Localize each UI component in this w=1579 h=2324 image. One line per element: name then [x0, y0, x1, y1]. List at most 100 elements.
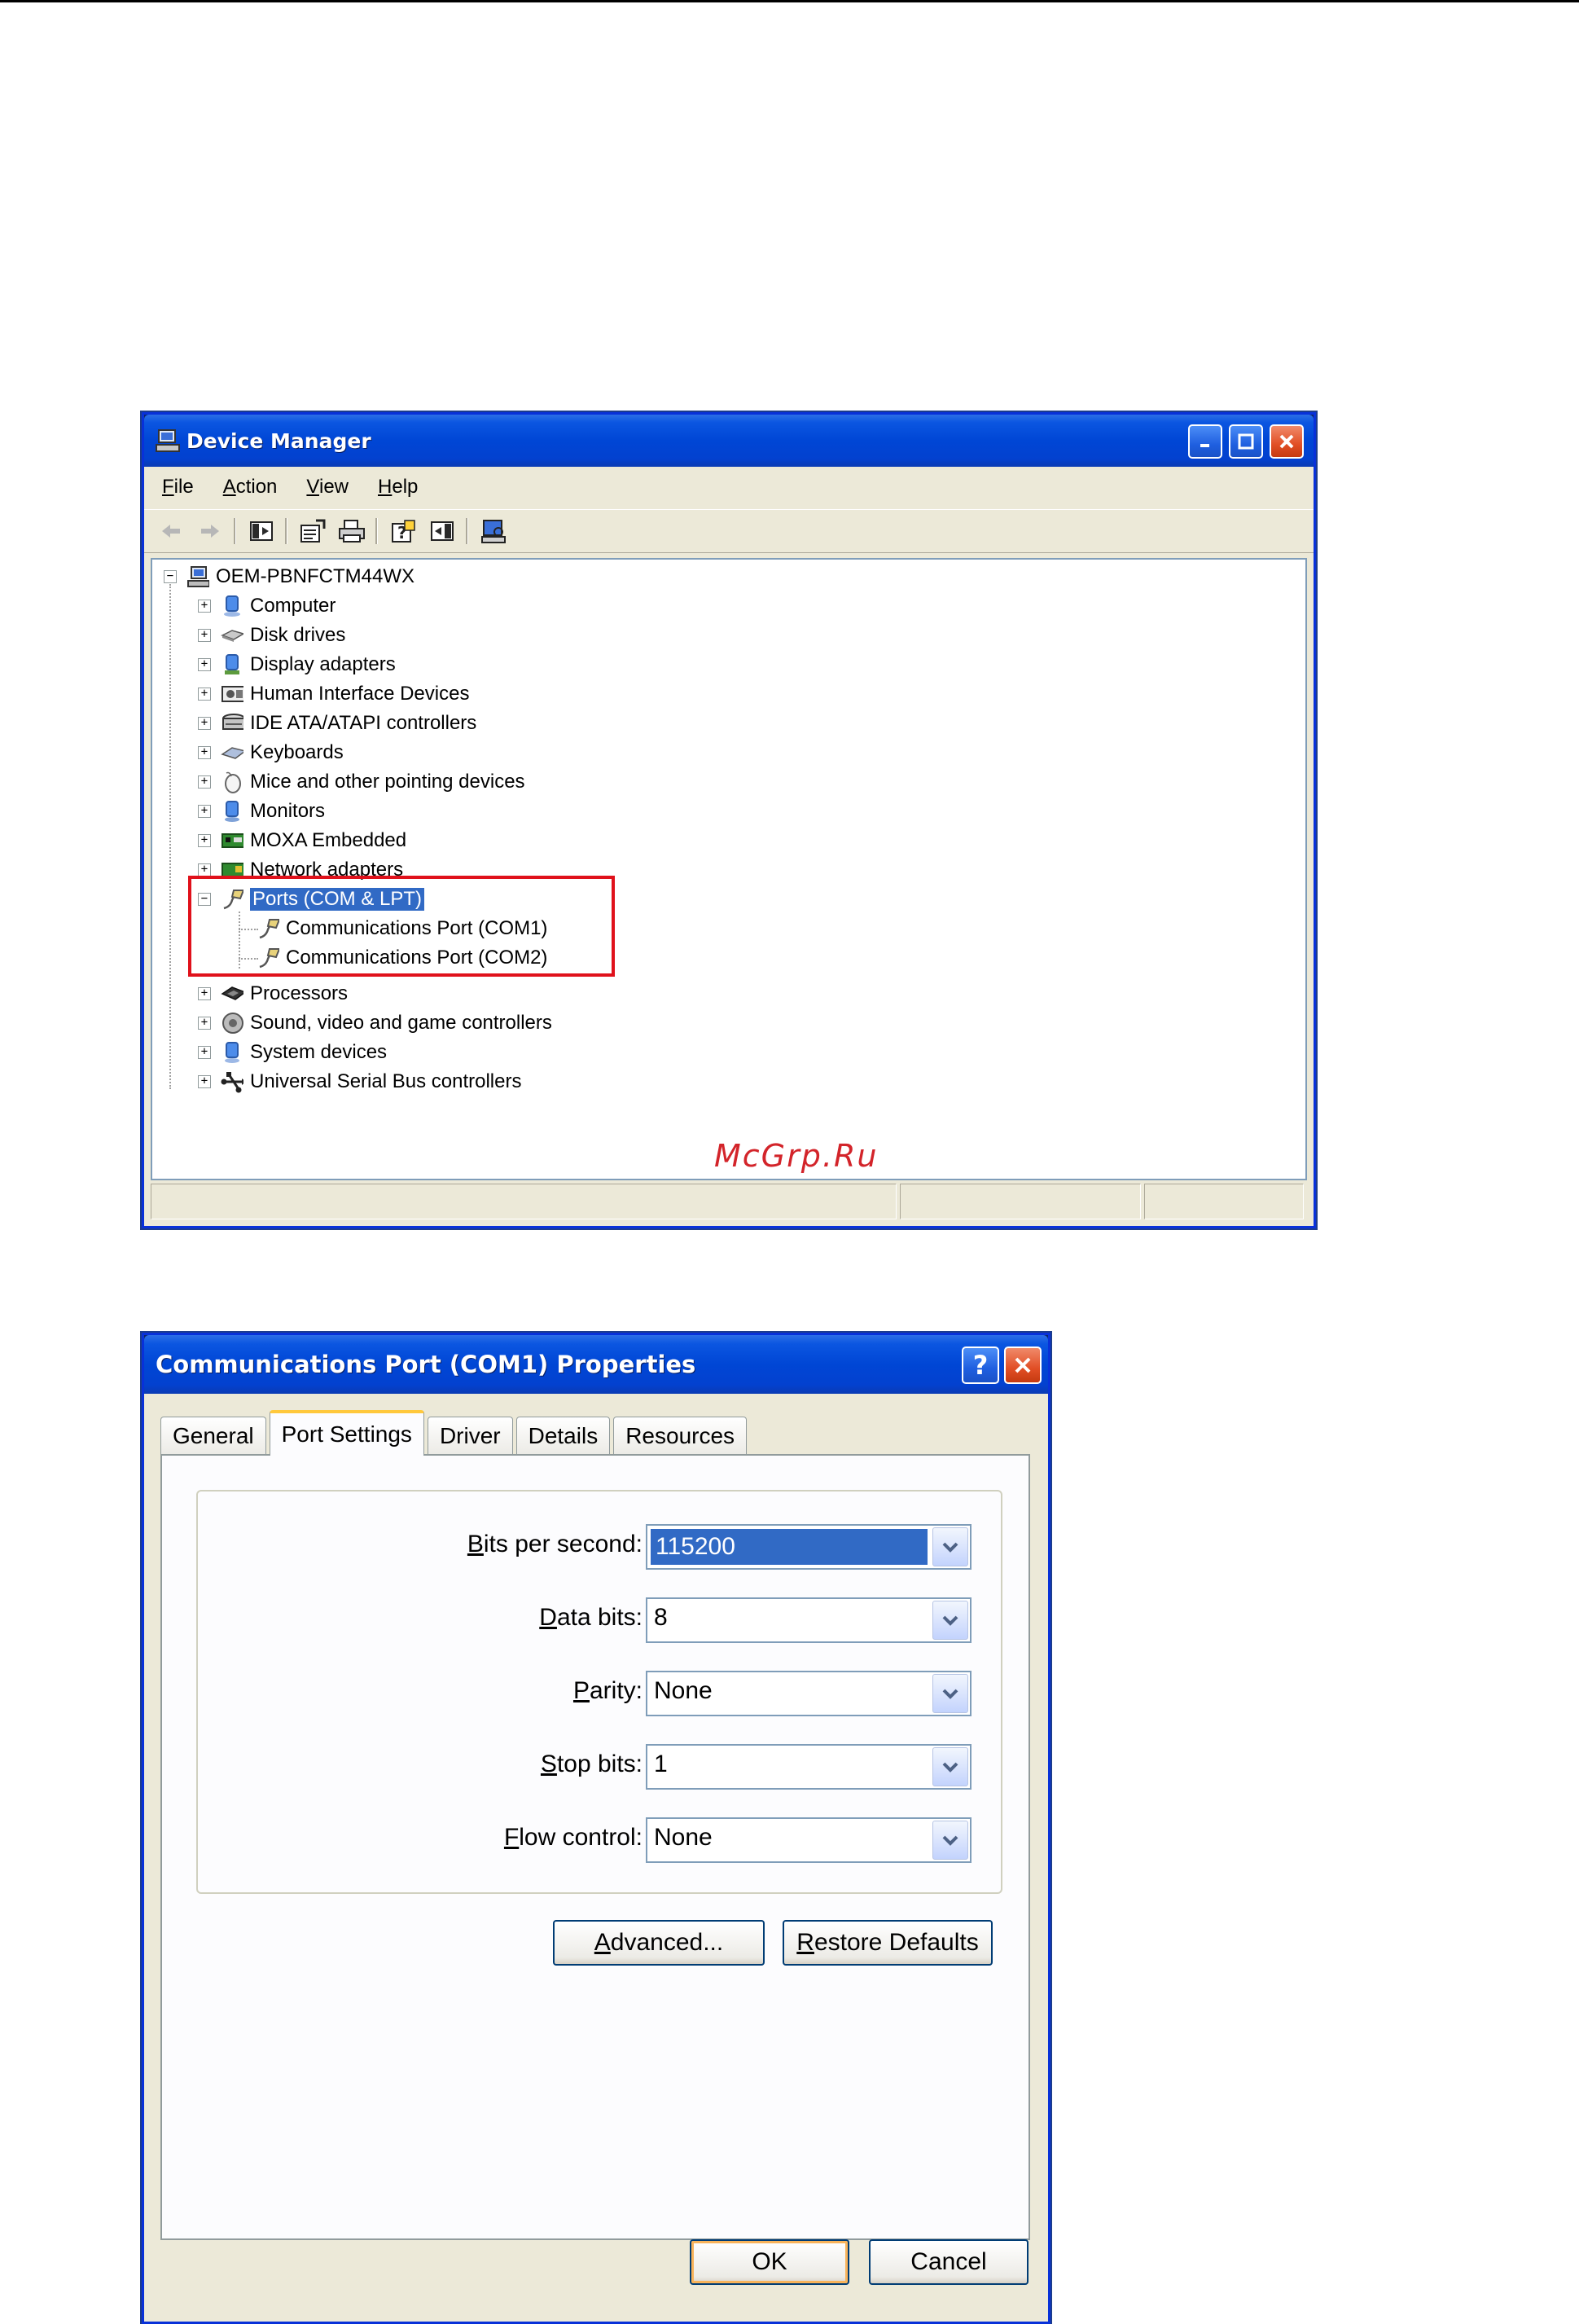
tree-item-hid[interactable]: Human Interface Devices	[221, 680, 469, 708]
expander[interactable]: +	[198, 1075, 211, 1088]
tree-item-label: Sound, video and game controllers	[250, 1012, 552, 1034]
data-bits-select[interactable]: 8	[646, 1597, 972, 1643]
tab-driver[interactable]: Driver	[427, 1417, 513, 1454]
tab-port-settings[interactable]: Port Settings	[269, 1410, 424, 1456]
expander[interactable]: +	[198, 987, 211, 1000]
expander[interactable]: +	[198, 1046, 211, 1059]
field-flow-control: Flow control: None	[198, 1817, 1001, 1863]
tree-item-monitors[interactable]: Monitors	[221, 797, 325, 825]
tree-item-moxa[interactable]: MOXA Embedded	[221, 827, 406, 854]
status-cell	[1144, 1184, 1304, 1219]
cancel-button[interactable]: Cancel	[869, 2239, 1029, 2285]
tree-item-label: Computer	[250, 595, 336, 617]
expander[interactable]: +	[198, 717, 211, 730]
device-manager-titlebar[interactable]: Device Manager	[144, 415, 1314, 467]
expander[interactable]: +	[198, 629, 211, 642]
question-mark-icon: ?	[972, 1350, 989, 1381]
tab-resources[interactable]: Resources	[613, 1417, 748, 1454]
root-expander[interactable]: −	[164, 570, 177, 583]
field-label: Parity:	[572, 1677, 643, 1704]
device-tree[interactable]: − OEM-PBNFCTM44WX + Computer + Disk driv…	[151, 558, 1307, 1180]
dialog-client: General Port Settings Driver Details Res…	[144, 1394, 1048, 2322]
expander[interactable]: +	[198, 658, 211, 671]
tree-root[interactable]: OEM-PBNFCTM44WX	[186, 563, 414, 591]
computer-root-icon	[186, 565, 209, 588]
field-label: Bits per second:	[467, 1531, 643, 1557]
parity-select[interactable]: None	[646, 1671, 972, 1716]
expander[interactable]: +	[198, 688, 211, 701]
back-arrow-icon[interactable]	[157, 517, 185, 545]
stop-bits-select[interactable]: 1	[646, 1744, 972, 1790]
help-icon[interactable]: ?	[389, 517, 417, 545]
print-icon[interactable]	[338, 517, 366, 545]
field-stop-bits: Stop bits: 1	[198, 1744, 1001, 1790]
maximize-icon	[1238, 433, 1254, 450]
close-icon	[1279, 434, 1294, 449]
expander[interactable]: +	[198, 600, 211, 613]
bits-per-second-select[interactable]: 115200	[646, 1524, 972, 1570]
monitor-icon	[221, 800, 243, 823]
tree-item-mice[interactable]: Mice and other pointing devices	[221, 768, 525, 796]
tree-root-label: OEM-PBNFCTM44WX	[216, 565, 415, 587]
tab-general[interactable]: General	[160, 1417, 266, 1454]
toolbar-separator	[375, 518, 378, 544]
combo-value: 115200	[651, 1529, 928, 1565]
expander[interactable]: +	[198, 805, 211, 818]
field-bits-per-second: Bits per second: 115200	[198, 1524, 1001, 1570]
tree-item-label: Disk drives	[250, 624, 346, 646]
restore-defaults-button[interactable]: Restore Defaults	[783, 1920, 993, 1966]
chevron-down-icon[interactable]	[932, 1747, 968, 1786]
minimize-button[interactable]	[1188, 424, 1222, 459]
menu-help[interactable]: Help	[378, 476, 418, 499]
menu-file[interactable]: File	[162, 476, 194, 499]
dialog-close-button[interactable]	[1004, 1347, 1042, 1384]
tree-guide-line	[169, 584, 171, 1089]
ok-button[interactable]: OK	[690, 2239, 849, 2285]
chevron-down-icon[interactable]	[932, 1821, 968, 1860]
port-settings-group: Bits per second: 115200 Data bits: 8 Par…	[196, 1490, 1002, 1894]
expander[interactable]: +	[198, 863, 211, 876]
show-hide-console-tree-icon[interactable]	[248, 517, 275, 545]
device-manager-title: Device Manager	[186, 428, 371, 453]
board-icon	[221, 829, 243, 852]
tree-item-label: System devices	[250, 1041, 388, 1063]
expander[interactable]: +	[198, 1017, 211, 1030]
tree-item-disk-drives[interactable]: Disk drives	[221, 622, 345, 649]
tree-item-processors[interactable]: Processors	[221, 980, 348, 1008]
tree-item-computer[interactable]: Computer	[221, 592, 336, 620]
tab-details[interactable]: Details	[515, 1417, 611, 1454]
tree-item-ide[interactable]: IDE ATA/ATAPI controllers	[221, 710, 476, 737]
expander[interactable]: +	[198, 746, 211, 759]
tree-item-label: Processors	[250, 982, 349, 1004]
tree-item-sound[interactable]: Sound, video and game controllers	[221, 1009, 552, 1037]
tree-item-usb[interactable]: Universal Serial Bus controllers	[221, 1068, 521, 1096]
processor-icon	[221, 982, 243, 1005]
tree-item-label: IDE ATA/ATAPI controllers	[250, 712, 477, 734]
forward-arrow-icon[interactable]	[196, 517, 224, 545]
menu-action[interactable]: Action	[223, 476, 278, 499]
expander[interactable]: +	[198, 834, 211, 847]
combo-value: 1	[654, 1751, 668, 1777]
hid-icon	[221, 683, 243, 705]
properties-icon[interactable]	[299, 517, 327, 545]
scan-hardware-icon[interactable]	[480, 517, 507, 545]
tree-item-system-devices[interactable]: System devices	[221, 1039, 387, 1066]
menu-view[interactable]: View	[306, 476, 349, 499]
device-manager-client: File Action View Help ? − OEM-PBNFCTM44W…	[144, 467, 1314, 1226]
usb-icon	[221, 1070, 243, 1093]
tree-item-keyboards[interactable]: Keyboards	[221, 739, 344, 767]
chevron-down-icon[interactable]	[932, 1601, 968, 1640]
dialog-titlebar[interactable]: Communications Port (COM1) Properties ?	[144, 1335, 1048, 1394]
chevron-down-icon[interactable]	[932, 1527, 968, 1566]
expander[interactable]: +	[198, 775, 211, 789]
disk-drive-icon	[221, 624, 243, 647]
flow-control-select[interactable]: None	[646, 1817, 972, 1863]
close-button[interactable]	[1270, 424, 1304, 459]
tree-item-display-adapters[interactable]: Display adapters	[221, 651, 396, 679]
help-button[interactable]: ?	[962, 1347, 999, 1384]
chevron-down-icon[interactable]	[932, 1674, 968, 1713]
toolbar-separator	[234, 518, 236, 544]
show-hide-action-pane-icon[interactable]	[428, 517, 456, 545]
advanced-button[interactable]: Advanced...	[553, 1920, 765, 1966]
maximize-button[interactable]	[1229, 424, 1263, 459]
